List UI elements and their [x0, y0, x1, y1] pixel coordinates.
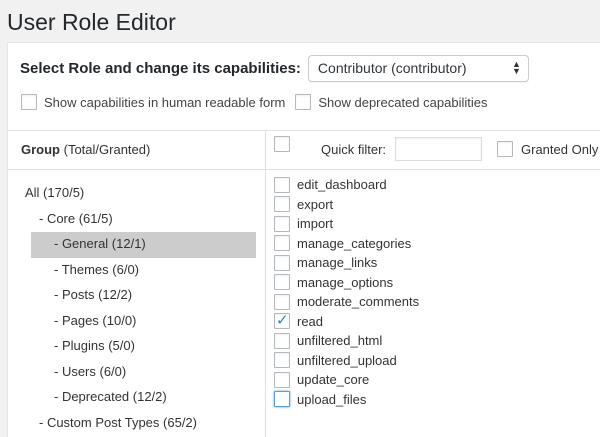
capability-checkbox-focused[interactable]	[274, 391, 290, 408]
capability-checkbox[interactable]	[274, 371, 290, 388]
checkmark-icon: ✓	[276, 312, 289, 330]
human-readable-label: Show capabilities in human readable form	[44, 94, 286, 110]
capability-item: import	[274, 214, 419, 234]
capability-label: update_core	[297, 372, 370, 388]
capability-checkbox-checked[interactable]: ✓	[274, 312, 290, 330]
human-readable-checkbox[interactable]	[21, 94, 37, 110]
show-deprecated-label: Show deprecated capabilities	[318, 94, 488, 110]
capability-item: manage_links	[274, 253, 419, 273]
filter-bar: Quick filter: Granted Only	[274, 136, 598, 162]
group-header-suffix: (Total/Granted)	[63, 142, 151, 157]
role-select-label: Select Role and change its capabilities:	[20, 59, 301, 77]
capability-checkbox[interactable]	[274, 235, 290, 252]
capability-checkbox[interactable]	[274, 176, 290, 193]
tree-item-plugins[interactable]: - Plugins (5/0)	[21, 334, 256, 360]
capability-label: moderate_comments	[297, 294, 420, 310]
capability-item: unfiltered_html	[274, 331, 419, 351]
capabilities-list: edit_dashboard export import manage_cate…	[274, 175, 419, 409]
tree-item-users[interactable]: - Users (6/0)	[21, 360, 256, 386]
role-editor-panel: Select Role and change its capabilities:…	[7, 42, 600, 437]
granted-only-checkbox[interactable]	[497, 141, 514, 157]
quick-filter-input[interactable]	[395, 137, 483, 161]
capability-item: unfiltered_upload	[274, 351, 419, 371]
divider	[8, 169, 600, 170]
display-options: Show capabilities in human readable form…	[21, 92, 487, 112]
tree-item-posts[interactable]: - Posts (12/2)	[21, 283, 256, 309]
divider	[8, 130, 600, 131]
capability-checkbox[interactable]	[274, 293, 290, 310]
group-tree: All (170/5) - Core (61/5) - General (12/…	[21, 181, 256, 436]
capability-item: upload_files	[274, 390, 419, 410]
quick-filter-label: Quick filter:	[321, 141, 387, 157]
capability-label: read	[297, 313, 324, 329]
capability-label: import	[297, 216, 334, 232]
tree-item-deprecated[interactable]: - Deprecated (12/2)	[21, 385, 256, 411]
show-deprecated-checkbox[interactable]	[295, 94, 312, 110]
capability-checkbox[interactable]	[274, 332, 290, 349]
tree-item-custom-post-types[interactable]: - Custom Post Types (65/2)	[21, 411, 256, 437]
capability-checkbox[interactable]	[274, 215, 290, 232]
capability-checkbox[interactable]	[274, 352, 290, 369]
tree-item-all[interactable]: All (170/5)	[21, 181, 256, 207]
capability-item: manage_options	[274, 273, 419, 293]
capability-item: moderate_comments	[274, 292, 419, 312]
capability-label: manage_options	[297, 274, 394, 290]
select-all-checkbox[interactable]	[274, 136, 290, 152]
tree-item-themes[interactable]: - Themes (6/0)	[21, 258, 256, 284]
tree-item-core[interactable]: - Core (61/5)	[21, 207, 256, 233]
capability-checkbox[interactable]	[274, 196, 290, 213]
capability-item: edit_dashboard	[274, 175, 419, 195]
granted-only-label: Granted Only	[521, 141, 599, 157]
page-title: User Role Editor	[7, 9, 176, 35]
group-column-header: Group (Total/Granted)	[21, 142, 150, 157]
capability-item: ✓ read	[274, 312, 419, 332]
role-select-row: Select Role and change its capabilities:…	[20, 54, 529, 82]
role-select-value: Contributor (contributor)	[317, 60, 467, 76]
tree-item-general[interactable]: - General (12/1)	[31, 232, 256, 258]
group-header-title: Group	[21, 142, 60, 157]
capability-label: export	[297, 196, 334, 212]
updown-arrows-icon: ▲ ▼	[512, 59, 521, 76]
capability-item: update_core	[274, 370, 419, 390]
tree-item-pages[interactable]: - Pages (10/0)	[21, 309, 256, 335]
capability-label: manage_links	[297, 255, 378, 271]
capability-item: manage_categories	[274, 234, 419, 254]
role-select[interactable]: Contributor (contributor) ▲ ▼	[307, 54, 529, 82]
capability-label: unfiltered_html	[297, 333, 383, 349]
column-divider	[265, 130, 266, 437]
capability-label: unfiltered_upload	[297, 352, 397, 368]
capability-label: manage_categories	[297, 235, 412, 251]
capability-item: export	[274, 195, 419, 215]
capability-checkbox[interactable]	[274, 274, 290, 291]
capability-label: edit_dashboard	[297, 177, 387, 193]
capability-label: upload_files	[297, 391, 367, 407]
capability-checkbox[interactable]	[274, 254, 290, 271]
